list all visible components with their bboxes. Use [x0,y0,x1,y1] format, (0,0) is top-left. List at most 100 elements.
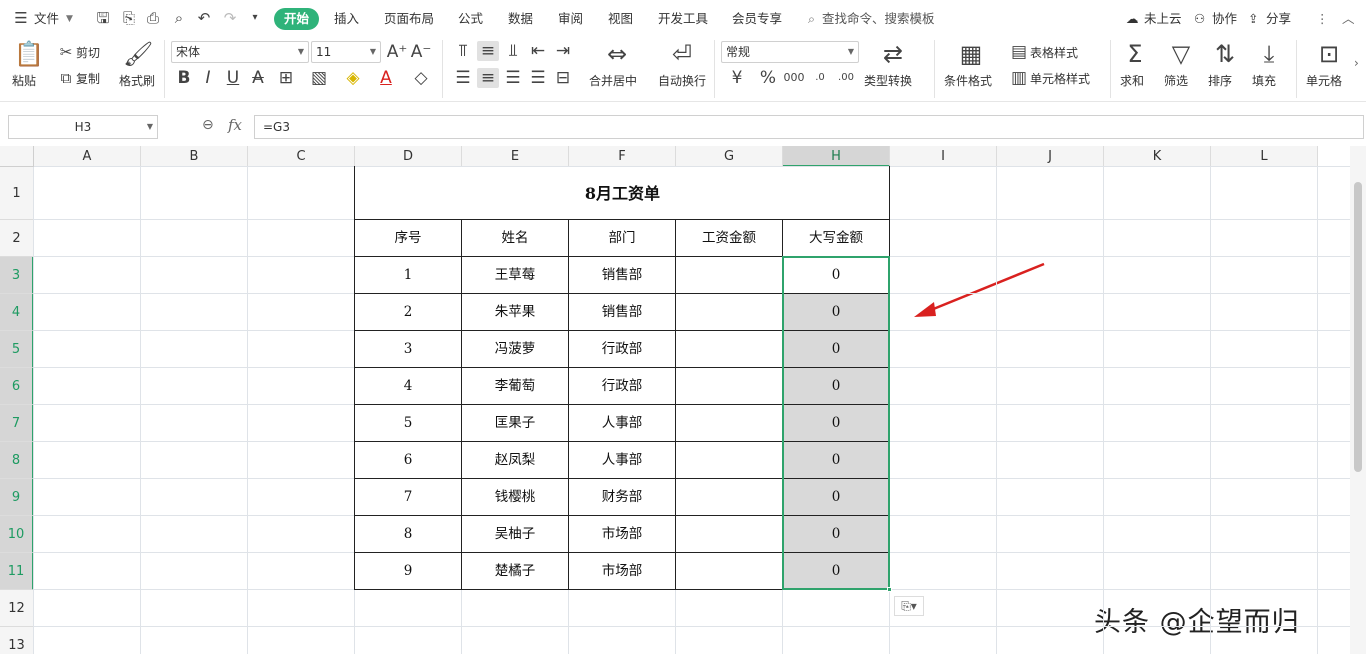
formula-input[interactable]: =G3 [254,115,1364,139]
decrease-indent-icon[interactable]: ⇤ [527,41,549,61]
highlight-icon[interactable]: ◈ [342,68,364,88]
table-header-cell[interactable]: 大写金额 [783,220,889,257]
merge-center-button[interactable]: 合并居中 [589,72,637,89]
spreadsheet-grid[interactable]: 头条 @企望而归 ⎘▾ A B C D E F G H I J K L 1 2 3 4 5 6 7 8 9 10 11 12 1… [0,146,1366,654]
sort-icon[interactable]: ⇅ [1210,40,1240,68]
align-right-icon[interactable]: ☰ [502,68,524,88]
collapse-ribbon-icon[interactable]: ︿ [1342,9,1355,29]
column-header-a[interactable]: A [34,146,141,167]
table-cell-salary[interactable] [676,368,782,405]
tab-home[interactable]: 开始 [274,8,319,30]
decrease-font-icon[interactable]: A⁻ [410,42,432,62]
row-header-9[interactable]: 9 [0,479,34,516]
row-header-7[interactable]: 7 [0,405,34,442]
number-format-select[interactable]: 常规 ▼ [721,41,859,63]
copy-icon[interactable]: ⧉ [55,68,77,88]
table-cell-name[interactable]: 赵凤梨 [462,442,568,479]
scroll-thumb[interactable] [1354,182,1362,472]
table-cell-dept[interactable]: 财务部 [569,479,675,516]
table-style-icon[interactable]: ▤ [1008,42,1030,62]
table-cell-no[interactable]: 3 [355,331,461,368]
row-header-4[interactable]: 4 [0,294,34,331]
wrap-text-button[interactable]: 自动换行 [658,72,706,89]
vertical-scrollbar[interactable] [1350,146,1366,654]
strikethrough-icon[interactable]: A [247,68,269,88]
save-icon[interactable]: 🖫 [94,9,112,27]
column-header-h[interactable]: H [783,146,890,167]
chevron-down-icon[interactable]: ▼ [66,9,73,29]
column-header-d[interactable]: D [355,146,462,167]
tab-page-layout[interactable]: 页面布局 [384,9,434,29]
row-header-1[interactable]: 1 [0,167,34,220]
align-top-icon[interactable]: ⫪ [452,41,474,61]
column-header-e[interactable]: E [462,146,569,167]
customize-toolbar-icon[interactable]: ▾ [246,9,264,27]
column-header-f[interactable]: F [569,146,676,167]
export-pdf-icon[interactable]: ⎘ [120,9,138,27]
table-cell-no[interactable]: 8 [355,516,461,553]
underline-icon[interactable]: U [222,68,244,88]
table-cell-dept[interactable]: 市场部 [569,553,675,590]
table-cell-dept[interactable]: 人事部 [569,405,675,442]
fill-color-icon[interactable]: ▧ [308,68,330,88]
table-cell-no[interactable]: 1 [355,257,461,294]
filter-button[interactable]: 筛选 [1164,72,1188,89]
cell-style-icon[interactable]: ▥ [1008,68,1030,88]
align-left-icon[interactable]: ☰ [452,68,474,88]
column-header-b[interactable]: B [141,146,248,167]
row-header-2[interactable]: 2 [0,220,34,257]
print-preview-icon[interactable]: ⌕ [170,9,188,27]
paste-button[interactable]: 粘贴 [12,72,36,89]
table-cell-salary[interactable] [676,294,782,331]
table-cell-salary[interactable] [676,257,782,294]
merge-center-icon[interactable]: ⇔ [602,40,632,68]
table-cell-name[interactable]: 朱苹果 [462,294,568,331]
decrease-decimal-icon[interactable]: .00 [835,68,857,88]
ribbon-scroll-right-icon[interactable]: › [1354,56,1359,70]
more-icon[interactable]: ⋮ [1316,9,1329,29]
row-header-12[interactable]: 12 [0,590,34,627]
file-menu[interactable]: 文件 [34,9,59,29]
sum-button[interactable]: 求和 [1120,72,1144,89]
table-cell-no[interactable]: 7 [355,479,461,516]
currency-icon[interactable]: ¥ [726,68,748,88]
copy-button[interactable]: 复制 [76,70,100,87]
tab-view[interactable]: 视图 [608,9,633,29]
paste-icon[interactable]: 📋 [14,40,44,68]
tab-data[interactable]: 数据 [508,9,533,29]
table-cell-dept[interactable]: 销售部 [569,257,675,294]
row-header-8[interactable]: 8 [0,442,34,479]
select-all-corner[interactable] [0,146,34,167]
increase-indent-icon[interactable]: ⇥ [552,41,574,61]
table-cell-no[interactable]: 2 [355,294,461,331]
zoom-icon[interactable]: ⊖ [202,117,214,133]
row-header-11[interactable]: 11 [0,553,34,590]
tab-review[interactable]: 审阅 [558,9,583,29]
wrap-text-icon[interactable]: ⏎ [667,40,697,68]
table-cell-salary[interactable] [676,479,782,516]
table-cell-dept[interactable]: 市场部 [569,516,675,553]
percent-icon[interactable]: % [757,68,779,88]
collab-button[interactable]: 协作 [1212,9,1237,29]
border-icon[interactable]: ⊞ [275,68,297,88]
font-name-select[interactable]: 宋体 ▼ [171,41,309,63]
row-header-10[interactable]: 10 [0,516,34,553]
format-painter-icon[interactable]: 🖌 [123,40,153,68]
align-center-icon[interactable]: ≡ [477,68,499,88]
increase-font-icon[interactable]: A⁺ [386,42,408,62]
table-cell-no[interactable]: 9 [355,553,461,590]
table-cell-dept[interactable]: 人事部 [569,442,675,479]
share-button[interactable]: 分享 [1266,9,1291,29]
redo-icon[interactable]: ↷ [221,9,239,27]
table-cell-dept[interactable]: 销售部 [569,294,675,331]
fill-icon[interactable]: ⤓ [1254,40,1284,68]
justify-icon[interactable]: ☰ [527,68,549,88]
type-convert-icon[interactable]: ⇄ [878,40,908,68]
table-cell-name[interactable]: 王草莓 [462,257,568,294]
italic-icon[interactable]: I [197,68,219,88]
column-header-l[interactable]: L [1211,146,1318,167]
fill-button[interactable]: 填充 [1252,72,1276,89]
row-header-3[interactable]: 3 [0,257,34,294]
filter-icon[interactable]: ▽ [1166,40,1196,68]
cut-icon[interactable]: ✂ [55,42,77,62]
